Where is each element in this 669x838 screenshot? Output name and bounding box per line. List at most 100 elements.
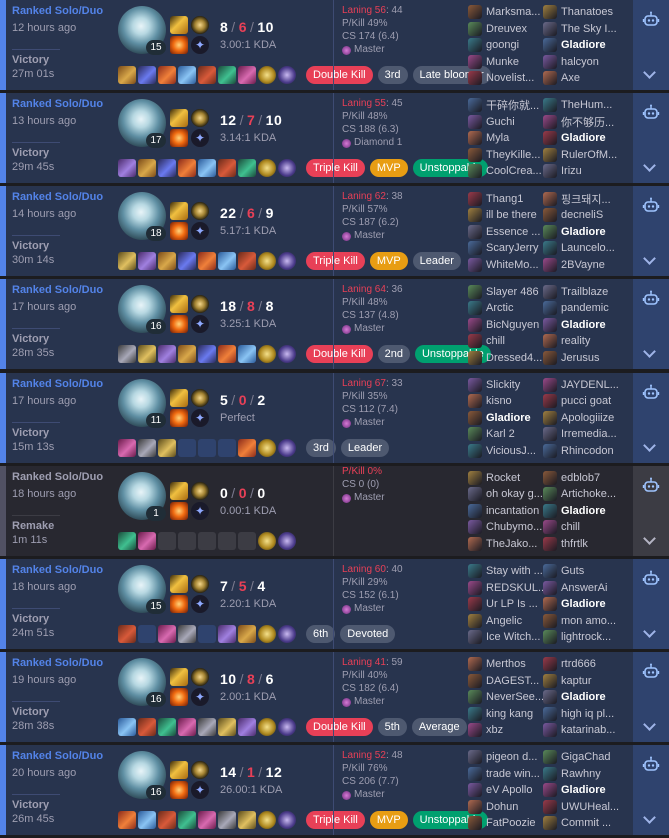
player-entry[interactable]: goongi [468, 37, 544, 54]
player-entry[interactable]: Thang1 [468, 190, 544, 207]
player-entry[interactable]: Munke [468, 54, 544, 71]
player-name[interactable]: Gladiore [561, 39, 619, 51]
player-name[interactable]: Dohun [486, 801, 544, 813]
player-entry[interactable]: 핑크돼지... [543, 190, 619, 207]
item-icon[interactable] [118, 345, 136, 364]
player-name[interactable]: Gladiore [561, 505, 619, 517]
player-name[interactable]: TheyKille... [486, 149, 544, 161]
item-icon[interactable] [158, 438, 176, 457]
item-icon[interactable] [178, 159, 196, 178]
item-icon[interactable] [158, 66, 176, 84]
player-entry[interactable]: Myla [468, 130, 544, 147]
empty-item-slot[interactable] [218, 438, 236, 457]
item-icon[interactable] [178, 811, 196, 830]
summoner-spell-icon[interactable] [170, 222, 188, 241]
item-icon[interactable] [198, 811, 216, 830]
summoner-spell-icon[interactable] [170, 781, 188, 800]
player-name[interactable]: Ice Witch... [486, 631, 544, 643]
player-name[interactable]: 干碎你就... [486, 97, 544, 113]
player-name[interactable]: lightrock... [561, 631, 619, 643]
item-icon[interactable] [118, 252, 136, 271]
player-entry[interactable]: Novelist... [468, 70, 544, 87]
player-entry[interactable]: Gladiore [543, 130, 619, 147]
player-entry[interactable]: Dohun [468, 799, 544, 816]
summoner-spell-icon[interactable] [170, 129, 188, 148]
item-icon[interactable] [178, 66, 196, 84]
chevron-down-icon[interactable] [643, 345, 656, 359]
chevron-down-icon[interactable] [643, 718, 656, 731]
player-name[interactable]: Artichoke... [561, 488, 619, 500]
ai-analysis-icon[interactable] [642, 755, 660, 773]
player-entry[interactable]: Dreuvex [468, 21, 544, 38]
keystone-rune-icon[interactable] [191, 761, 209, 780]
summoner-spell-icon[interactable] [170, 295, 188, 314]
player-name[interactable]: 2BVayne [561, 259, 619, 271]
ai-analysis-icon[interactable] [642, 103, 660, 121]
item-icon[interactable] [238, 66, 256, 84]
item-icon[interactable] [158, 345, 176, 364]
player-entry[interactable]: Launcelo... [543, 240, 619, 257]
player-entry[interactable]: Thanatoes [543, 4, 619, 21]
keystone-rune-icon[interactable] [191, 16, 209, 34]
chevron-down-icon[interactable] [643, 531, 656, 545]
player-entry[interactable]: AnswerAi [543, 579, 619, 596]
item-icon[interactable] [178, 624, 196, 643]
item-icon[interactable] [118, 717, 136, 736]
empty-item-slot[interactable] [198, 624, 216, 643]
trinket-icon[interactable] [278, 345, 296, 364]
player-name[interactable]: Trailblaze [561, 286, 619, 298]
player-name[interactable]: REDSKUL... [486, 582, 544, 594]
player-name[interactable]: kaptur [561, 675, 619, 687]
player-name[interactable]: pigeon d... [486, 751, 544, 763]
player-name[interactable]: goongi [486, 39, 544, 51]
player-entry[interactable]: Gladiore [543, 503, 619, 520]
player-entry[interactable]: REDSKUL... [468, 579, 544, 596]
player-entry[interactable]: Marksma... [468, 4, 544, 21]
player-entry[interactable]: Gladiore [543, 316, 619, 333]
player-entry[interactable]: Guts [543, 563, 619, 580]
player-name[interactable]: Rawhny [561, 768, 619, 780]
player-entry[interactable]: Axe [543, 70, 619, 87]
player-entry[interactable]: Gladiore [543, 223, 619, 240]
player-entry[interactable]: trade win... [468, 766, 544, 783]
secondary-rune-icon[interactable]: ✦ [191, 36, 209, 54]
player-name[interactable]: ScaryJerry [486, 242, 544, 254]
player-entry[interactable]: Rhincodon [543, 443, 619, 460]
player-entry[interactable]: Stay with ... [468, 563, 544, 580]
player-name[interactable]: Axe [561, 72, 619, 84]
player-entry[interactable]: Slayer 486 [468, 283, 544, 300]
player-name[interactable]: chill [561, 521, 619, 533]
item-icon[interactable] [138, 345, 156, 364]
item-icon[interactable] [158, 624, 176, 643]
secondary-rune-icon[interactable]: ✦ [191, 687, 209, 706]
player-name[interactable]: Dressed4... [486, 352, 544, 364]
ward-icon[interactable] [258, 252, 276, 271]
summoner-spell-icon[interactable] [170, 481, 188, 500]
player-entry[interactable]: NeverSee... [468, 689, 544, 706]
player-entry[interactable]: BicNguyen [468, 316, 544, 333]
player-name[interactable]: Guts [561, 565, 619, 577]
match-row[interactable]: Ranked Solo/Duo 13 hours ago Victory 29m 45… [0, 93, 669, 184]
item-icon[interactable] [218, 624, 236, 643]
empty-item-slot[interactable] [218, 531, 236, 550]
player-name[interactable]: NeverSee... [486, 691, 544, 703]
player-name[interactable]: GigaChad [561, 751, 619, 763]
item-icon[interactable] [138, 252, 156, 271]
player-entry[interactable]: edblob7 [543, 470, 619, 487]
item-icon[interactable] [238, 252, 256, 271]
player-name[interactable]: Ur LP Is ... [486, 598, 544, 610]
player-entry[interactable]: 2BVayne [543, 256, 619, 273]
item-icon[interactable] [158, 252, 176, 271]
player-name[interactable]: ViciousJ... [486, 445, 544, 457]
item-icon[interactable] [118, 624, 136, 643]
ai-analysis-icon[interactable] [642, 383, 660, 401]
keystone-rune-icon[interactable] [191, 109, 209, 128]
player-name[interactable]: BicNguyen [486, 319, 544, 331]
player-entry[interactable]: The Sky I... [543, 21, 619, 38]
summoner-spell-icon[interactable] [170, 202, 188, 221]
summoner-spell-icon[interactable] [170, 594, 188, 613]
player-name[interactable]: pandemic [561, 302, 619, 314]
summoner-spell-icon[interactable] [170, 574, 188, 593]
summoner-spell-icon[interactable] [170, 36, 188, 54]
item-icon[interactable] [158, 811, 176, 830]
